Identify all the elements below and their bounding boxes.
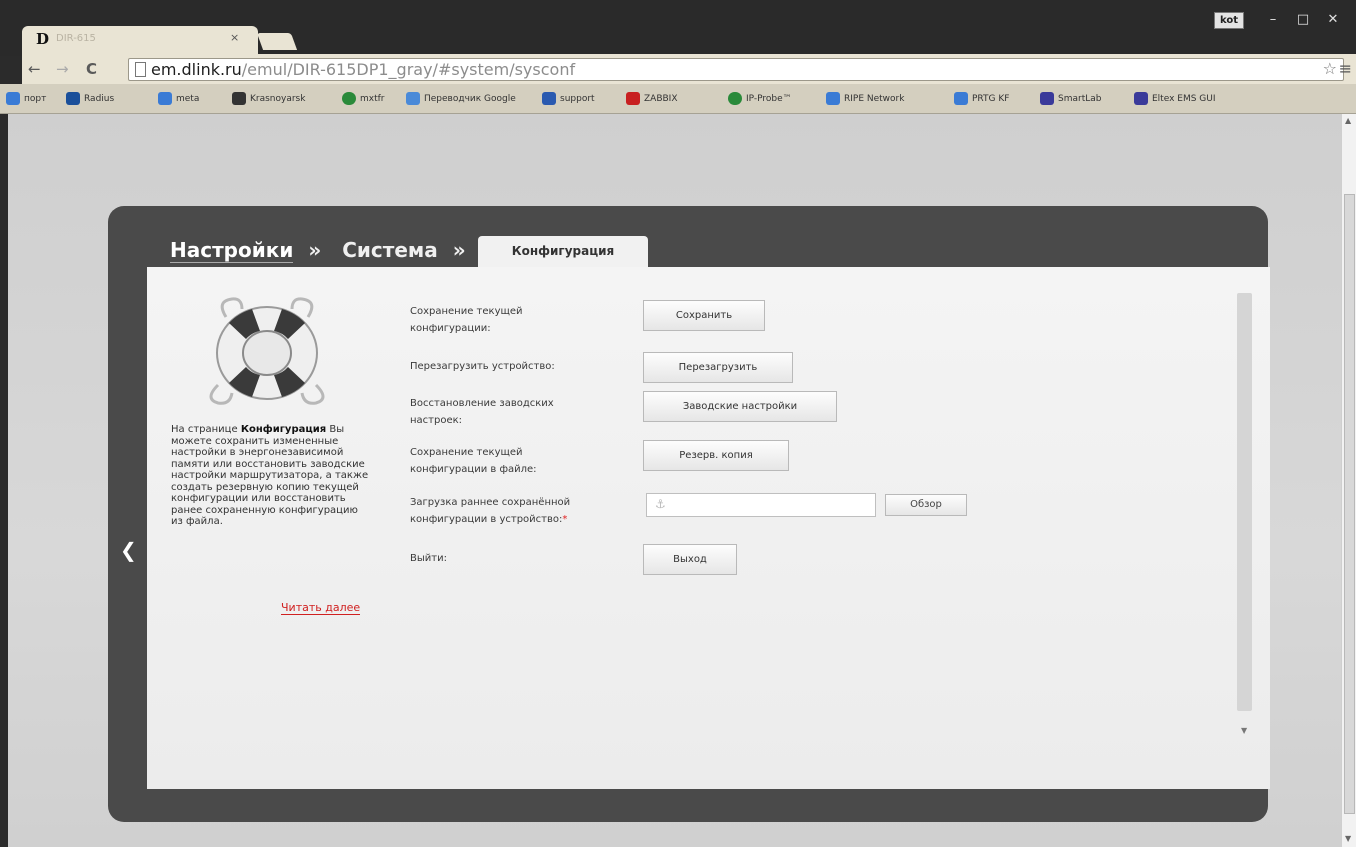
bookmark-icon <box>1040 92 1054 105</box>
logout-label: Выйти: <box>410 553 447 564</box>
browser-toolbar: ← → C em.dlink.ru/emul/DIR-615DP1_gray/#… <box>22 54 1356 84</box>
browser-menu-icon[interactable]: ≡ <box>1339 59 1352 78</box>
scroll-down-icon[interactable]: ▼ <box>1345 834 1351 843</box>
lifebuoy-icon <box>209 297 325 405</box>
breadcrumb-system[interactable]: Система <box>342 238 438 262</box>
bookmark-icon <box>626 92 640 105</box>
bookmark-item[interactable]: Eltex EMS GUI <box>1134 92 1216 105</box>
bookmark-icon <box>66 92 80 105</box>
url-text: em.dlink.ru/emul/DIR-615DP1_gray/#system… <box>151 60 575 79</box>
url-host: em.dlink.ru <box>151 60 242 79</box>
panel-scroll-down-icon[interactable]: ▼ <box>1241 726 1247 735</box>
minimize-icon[interactable]: – <box>1258 10 1288 30</box>
new-tab-button[interactable] <box>256 33 298 50</box>
tab-close-icon[interactable]: × <box>230 31 239 44</box>
bookmark-item[interactable]: Переводчик Google <box>406 92 516 105</box>
file-upload-icon: ⚓ <box>655 497 666 511</box>
tab-title: DIR-615 <box>56 33 96 44</box>
description-bold: Конфигурация <box>240 424 327 435</box>
backup-button[interactable]: Резерв. копия <box>643 440 789 471</box>
bookmark-item[interactable]: RIPE Network <box>826 92 904 105</box>
upload-label: Загрузка раннее сохранённой конфигурации… <box>410 497 571 525</box>
bookmark-icon <box>954 92 968 105</box>
bookmark-item[interactable]: PRTG KF <box>954 92 1009 105</box>
bookmark-icon <box>232 92 246 105</box>
bookmark-icon <box>158 92 172 105</box>
bookmarks-bar: порт Radius meta Krasnoyarsk mxtfr Перев… <box>0 84 1356 114</box>
browser-tab[interactable]: D DIR-615 × <box>22 26 258 54</box>
bookmark-icon <box>406 92 420 105</box>
required-mark: * <box>562 514 568 525</box>
collapse-menu-arrow-icon[interactable]: ❮ <box>120 538 137 562</box>
browser-titlebar: D DIR-615 × kot – □ ✕ <box>0 0 1356 56</box>
address-bar[interactable]: em.dlink.ru/emul/DIR-615DP1_gray/#system… <box>128 58 1344 81</box>
page-icon <box>135 62 146 77</box>
logout-button[interactable]: Выход <box>643 544 737 575</box>
bookmark-item[interactable]: support <box>542 92 595 105</box>
reboot-label: Перезагрузить устройство: <box>410 361 555 372</box>
forward-icon[interactable]: → <box>56 59 69 79</box>
page-scrollbar[interactable]: ▲ ▼ <box>1341 114 1356 847</box>
profile-badge[interactable]: kot <box>1214 12 1244 29</box>
browse-button[interactable]: Обзор <box>885 494 967 516</box>
url-path: /emul/DIR-615DP1_gray/#system/sysconf <box>241 60 576 79</box>
reload-icon[interactable]: C <box>86 59 97 79</box>
bookmark-item[interactable]: meta <box>158 92 199 105</box>
config-file-input[interactable]: ⚓ <box>646 493 876 517</box>
breadcrumb-separator: » <box>452 238 466 262</box>
bookmark-item[interactable]: Radius <box>66 92 114 105</box>
maximize-icon[interactable]: □ <box>1288 10 1318 30</box>
bookmark-icon <box>826 92 840 105</box>
save-label: Сохранение текущей конфигурации: <box>410 306 523 334</box>
window-controls: – □ ✕ <box>1258 10 1348 30</box>
factory-reset-label: Восстановление заводских настроек: <box>410 398 554 426</box>
read-more-link[interactable]: Читать далее <box>281 601 361 615</box>
reboot-button[interactable]: Перезагрузить <box>643 352 793 383</box>
breadcrumb-settings[interactable]: Настройки <box>170 238 294 263</box>
bookmark-item[interactable]: ZABBIX <box>626 92 678 105</box>
backup-label: Сохранение текущей конфигурации в файле: <box>410 447 537 475</box>
bookmark-item[interactable]: порт <box>6 92 46 105</box>
factory-reset-button[interactable]: Заводские настройки <box>643 391 837 422</box>
bookmark-icon <box>342 92 356 105</box>
tab-configuration[interactable]: Конфигурация <box>478 236 648 269</box>
breadcrumb: Настройки » Система » <box>170 238 480 263</box>
bookmark-icon <box>728 92 742 105</box>
back-icon[interactable]: ← <box>28 59 41 79</box>
bookmark-star-icon[interactable]: ☆ <box>1323 59 1337 78</box>
bookmark-item[interactable]: mxtfr <box>342 92 385 105</box>
bookmark-item[interactable]: SmartLab <box>1040 92 1101 105</box>
bookmark-icon <box>1134 92 1148 105</box>
save-button[interactable]: Сохранить <box>643 300 765 331</box>
breadcrumb-separator: » <box>308 238 322 262</box>
bookmark-item[interactable]: Krasnoyarsk <box>232 92 305 105</box>
panel-scrollbar[interactable] <box>1237 293 1252 711</box>
bookmark-icon <box>542 92 556 105</box>
bookmark-item[interactable]: IP-Probe™ <box>728 92 792 105</box>
scrollbar-thumb[interactable] <box>1344 194 1355 814</box>
close-window-icon[interactable]: ✕ <box>1318 10 1348 30</box>
dlink-favicon-icon: D <box>36 30 50 48</box>
bookmark-icon <box>6 92 20 105</box>
page-description: На странице Конфигурация Вы можете сохра… <box>171 424 369 527</box>
scroll-up-icon[interactable]: ▲ <box>1345 116 1351 125</box>
